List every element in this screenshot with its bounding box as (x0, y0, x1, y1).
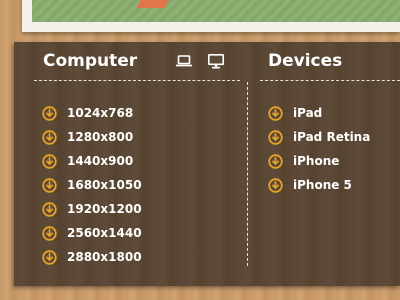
download-link-1024x768[interactable]: 1024x768 (42, 101, 142, 125)
download-link-label[interactable]: 1280x800 (67, 130, 133, 144)
devices-divider (260, 80, 400, 81)
download-link-ipad-retina[interactable]: iPad Retina (268, 125, 370, 149)
download-icon (42, 201, 57, 217)
download-link-label[interactable]: 1920x1200 (67, 202, 142, 216)
download-link-label[interactable]: iPad (293, 106, 322, 120)
monitor-icon[interactable] (208, 54, 224, 69)
wallpaper-preview-image (32, 0, 400, 22)
download-link-2880x1800[interactable]: 2880x1800 (42, 245, 142, 269)
download-link-label[interactable]: 1440x900 (67, 154, 133, 168)
download-link-label[interactable]: 2560x1440 (67, 226, 142, 240)
download-link-iphone[interactable]: iPhone (268, 149, 370, 173)
download-icon (268, 129, 283, 145)
download-icon (42, 129, 57, 145)
download-link-label[interactable]: iPad Retina (293, 130, 370, 144)
download-link-1440x900[interactable]: 1440x900 (42, 149, 142, 173)
download-link-1280x800[interactable]: 1280x800 (42, 125, 142, 149)
computer-divider (34, 80, 240, 81)
download-link-label[interactable]: 1024x768 (67, 106, 133, 120)
download-icon (268, 153, 283, 169)
laptop-icon[interactable] (176, 55, 192, 67)
download-link-1920x1200[interactable]: 1920x1200 (42, 197, 142, 221)
wallpaper-preview-frame (22, 0, 400, 32)
download-icon (268, 105, 283, 121)
download-icon (42, 105, 57, 121)
download-link-iphone-5[interactable]: iPhone 5 (268, 173, 370, 197)
devices-heading: Devices (268, 51, 343, 71)
column-divider (247, 82, 248, 266)
download-link-label[interactable]: iPhone 5 (293, 178, 352, 192)
computer-resolution-list: 1024x768 1280x800 1440x900 1680x1050 1920x12… (42, 101, 142, 269)
download-link-ipad[interactable]: iPad (268, 101, 370, 125)
download-link-label[interactable]: 1680x1050 (67, 178, 142, 192)
download-link-label[interactable]: iPhone (293, 154, 339, 168)
download-icon (268, 177, 283, 193)
download-link-label[interactable]: 2880x1800 (67, 250, 142, 264)
download-icon (42, 249, 57, 265)
download-icon (42, 177, 57, 193)
download-link-1680x1050[interactable]: 1680x1050 (42, 173, 142, 197)
device-resolution-list: iPad iPad Retina iPhone iPhone 5 (268, 101, 370, 197)
preview-accent-shape (136, 0, 172, 8)
computer-heading: Computer (43, 51, 138, 71)
download-icon (42, 153, 57, 169)
download-panel: Computer Devices 1024x768 1280x800 1440x90… (14, 42, 400, 286)
download-link-2560x1440[interactable]: 2560x1440 (42, 221, 142, 245)
download-icon (42, 225, 57, 241)
